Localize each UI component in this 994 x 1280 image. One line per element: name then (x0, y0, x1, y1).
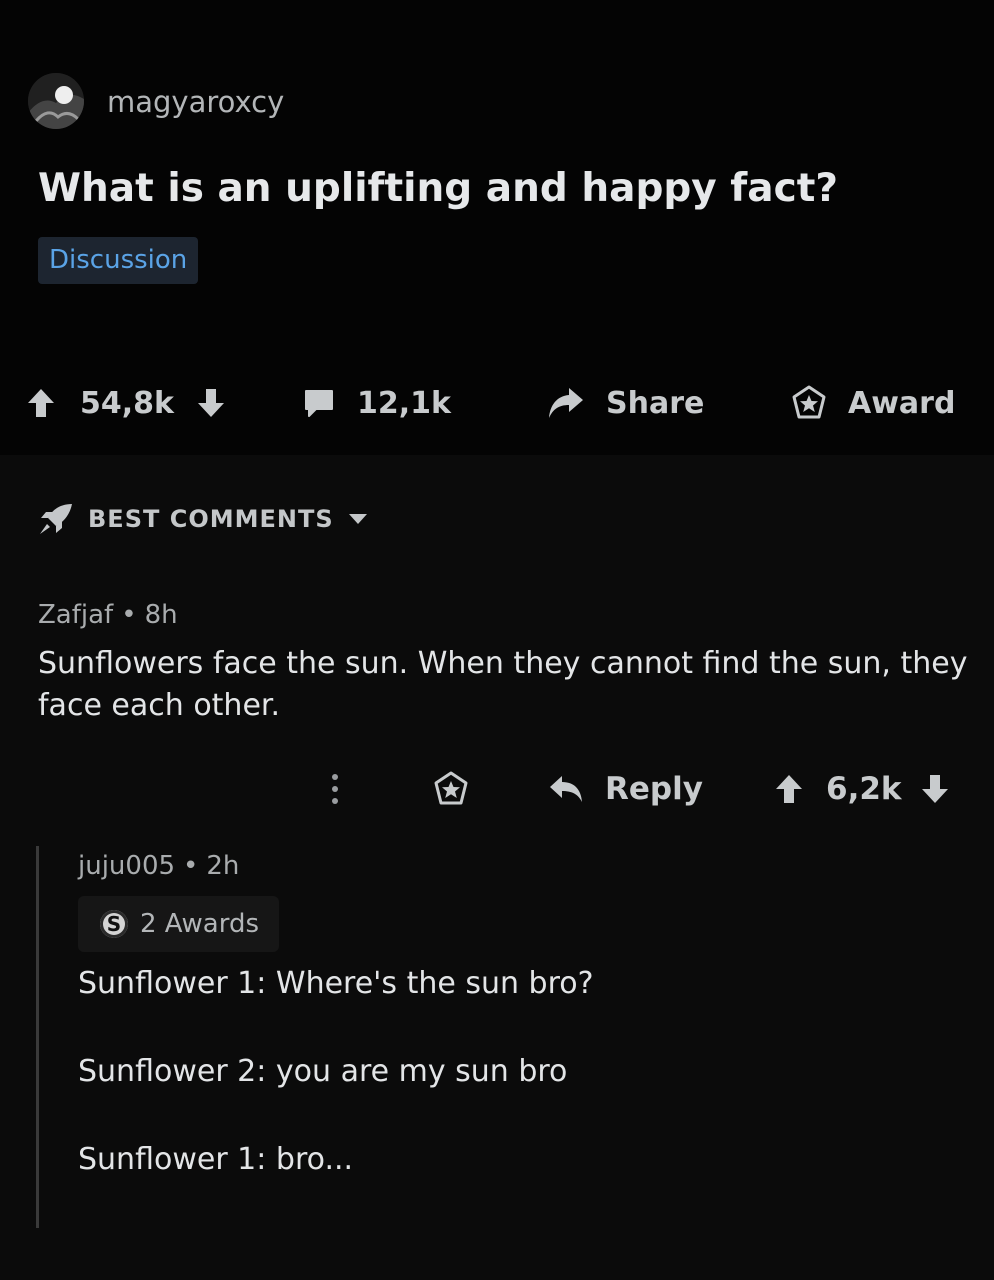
awards-badge[interactable]: S 2 Awards (78, 896, 280, 952)
comment-vote-control: 6,2k (774, 766, 950, 812)
more-vertical-icon (320, 772, 350, 806)
post-title[interactable]: What is an uplifting and happy fact? (38, 164, 838, 214)
reply-age: 2h (206, 851, 240, 881)
reply-line-1: Sunflower 1: Where's the sun bro? (78, 966, 594, 1001)
reply-label: Reply (605, 771, 703, 807)
award-label: Award (848, 385, 956, 421)
comment-age: 8h (144, 600, 178, 630)
post-flair[interactable]: Discussion (38, 237, 199, 284)
arrow-down-icon[interactable] (920, 773, 950, 805)
post-vote-control: 54,8k (26, 380, 226, 426)
reply-meta: juju005 • 2h (78, 849, 239, 883)
award-star-icon (432, 771, 470, 807)
meta-separator: • (121, 600, 137, 630)
meta-separator: • (183, 851, 199, 881)
reply-arrow-icon (548, 774, 584, 804)
comment-sort-dropdown[interactable]: BEST COMMENTS (38, 498, 368, 540)
arrow-down-icon[interactable] (196, 387, 226, 419)
sort-label: BEST COMMENTS (88, 505, 334, 533)
post-vote-count: 54,8k (80, 385, 174, 421)
post-share-button[interactable]: Share (547, 380, 704, 426)
comment-author[interactable]: Zafjaf (38, 600, 113, 630)
comment-award-button[interactable] (432, 766, 470, 812)
thread-line[interactable] (36, 846, 39, 1228)
arrow-up-icon[interactable] (26, 387, 56, 419)
author-avatar[interactable] (28, 73, 84, 129)
post-award-button[interactable]: Award (790, 380, 955, 426)
reply-author[interactable]: juju005 (78, 851, 175, 881)
rocket-icon (38, 502, 74, 536)
arrow-up-icon[interactable] (774, 773, 804, 805)
post-author[interactable]: magyaroxcy (107, 84, 284, 120)
post-comments-button[interactable]: 12,1k (303, 380, 451, 426)
chevron-down-icon (348, 513, 368, 525)
silver-award-icon: S (100, 910, 128, 938)
share-label: Share (606, 385, 705, 421)
reply-line-2: Sunflower 2: you are my sun bro (78, 1054, 568, 1089)
more-options-button[interactable] (320, 766, 350, 812)
awards-count: 2 Awards (140, 909, 260, 939)
award-star-icon (790, 385, 828, 421)
comment-meta: Zafjaf • 8h (38, 598, 178, 632)
comment-vote-count: 6,2k (826, 771, 902, 807)
comment-bubble-icon (303, 388, 335, 418)
reply-line-3: Sunflower 1: bro... (78, 1142, 354, 1177)
post-comment-count: 12,1k (357, 385, 451, 421)
comment-reply-button[interactable]: Reply (548, 766, 703, 812)
avatar-image (28, 73, 84, 129)
share-arrow-icon (547, 386, 585, 420)
comment-body: Sunflowers face the sun. When they canno… (38, 646, 968, 723)
